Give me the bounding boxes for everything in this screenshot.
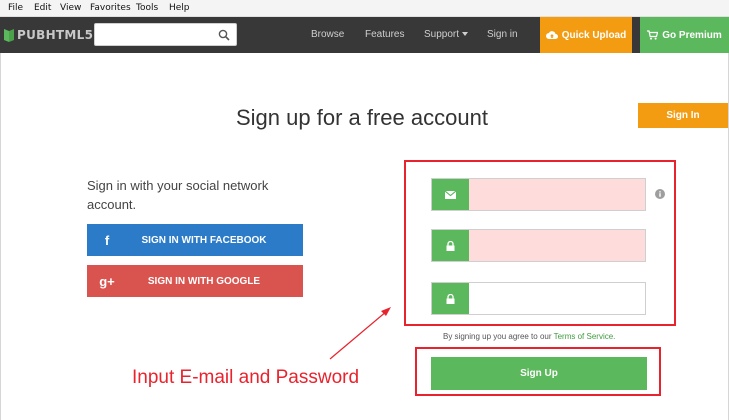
sign-up-button[interactable]: Sign Up — [431, 357, 647, 390]
nav-support[interactable]: Support — [424, 29, 469, 40]
lock-icon — [432, 283, 469, 314]
search-input[interactable] — [95, 24, 213, 45]
menu-favorites[interactable]: Favorites — [90, 3, 131, 13]
google-signin-label: SIGN IN WITH GOOGLE — [147, 275, 261, 287]
facebook-icon: f — [104, 232, 110, 248]
search-icon[interactable] — [218, 29, 230, 41]
menu-help[interactable]: Help — [169, 3, 190, 13]
confirm-password-input[interactable] — [469, 283, 645, 314]
envelope-icon — [432, 179, 469, 210]
go-premium-label: Go Premium — [662, 29, 722, 41]
nav-features[interactable]: Features — [365, 29, 404, 40]
email-input[interactable] — [469, 179, 645, 210]
cloud-upload-icon — [545, 31, 558, 39]
nav-signin[interactable]: Sign in — [487, 29, 518, 40]
terms-of-service-link[interactable]: Terms of Service. — [554, 332, 616, 341]
confirm-password-field-group — [431, 282, 646, 315]
book-logo-icon — [4, 29, 14, 42]
logo[interactable]: PUBHTML5 — [3, 26, 93, 44]
nav-support-label: Support — [424, 29, 460, 40]
menu-tools[interactable]: Tools — [136, 3, 158, 13]
password-input[interactable] — [469, 230, 645, 261]
google-plus-icon: g+ — [99, 273, 115, 289]
search-box — [94, 23, 237, 46]
password-field-group — [431, 229, 646, 262]
lock-icon — [432, 230, 469, 261]
info-icon[interactable] — [655, 189, 665, 199]
quick-upload-label: Quick Upload — [561, 29, 627, 41]
facebook-signin-button[interactable]: f SIGN IN WITH FACEBOOK — [87, 224, 303, 256]
top-navigation: PUBHTML5 Browse Features Support Sign in… — [0, 17, 729, 53]
caret-down-icon — [462, 32, 469, 37]
annotation-arrow-icon — [329, 307, 391, 360]
social-prompt: Sign in with your social network account… — [87, 178, 269, 212]
facebook-signin-label: SIGN IN WITH FACEBOOK — [141, 234, 267, 246]
menu-edit[interactable]: Edit — [34, 3, 51, 13]
menu-view[interactable]: View — [60, 3, 81, 13]
email-field-group — [431, 178, 646, 211]
annotation-text: Input E-mail and Password — [132, 367, 360, 388]
nav-browse[interactable]: Browse — [311, 29, 344, 40]
sign-in-button[interactable]: Sign In — [638, 103, 728, 128]
quick-upload-button[interactable]: Quick Upload — [540, 17, 632, 53]
cart-icon — [647, 30, 659, 40]
page-title: Sign up for a free account — [236, 105, 488, 130]
menu-bar: File Edit View Favorites Tools Help — [0, 0, 729, 17]
logo-text: PUBHTML5 — [17, 28, 94, 42]
menu-file[interactable]: File — [8, 3, 23, 13]
terms-notice: By signing up you agree to our Terms of … — [443, 332, 615, 341]
go-premium-button[interactable]: Go Premium — [640, 17, 729, 53]
terms-prefix: By signing up you agree to our — [443, 332, 552, 341]
google-signin-button[interactable]: g+ SIGN IN WITH GOOGLE — [87, 265, 303, 297]
